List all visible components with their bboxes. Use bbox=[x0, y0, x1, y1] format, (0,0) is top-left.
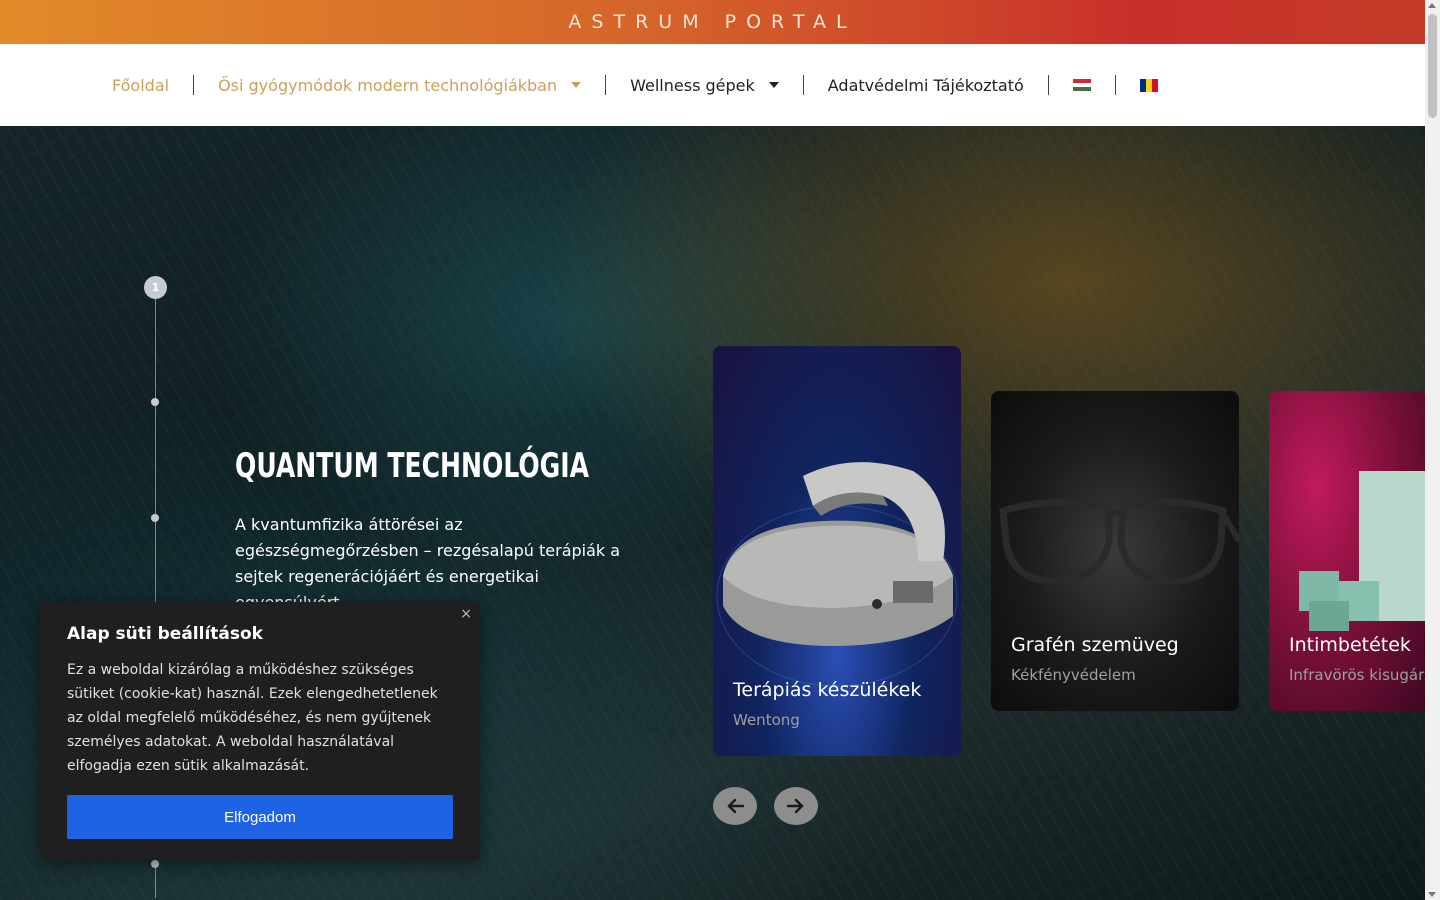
timeline-dot[interactable] bbox=[151, 860, 159, 868]
product-card-graphene-glasses[interactable]: Grafén szemüveg Kékfényvédelem bbox=[991, 391, 1239, 711]
scroll-down-icon[interactable] bbox=[1428, 892, 1436, 897]
cookie-dialog-text: Ez a weboldal kizárólag a működéshez szü… bbox=[67, 662, 438, 774]
card-title: Intimbetétek bbox=[1289, 634, 1411, 656]
hungarian-flag-icon[interactable] bbox=[1072, 78, 1091, 92]
site-brand[interactable]: ASTRUM PORTAL bbox=[568, 11, 856, 33]
nav-item-wellness-machines[interactable]: Wellness gépek bbox=[630, 76, 779, 95]
card-subtitle: Wentong bbox=[733, 711, 800, 729]
page-scrollbar[interactable] bbox=[1425, 0, 1440, 900]
timeline-dot[interactable] bbox=[151, 514, 159, 522]
cookie-consent-dialog: × Alap süti beállítások Ez a weboldal ki… bbox=[40, 602, 480, 860]
product-card-intimate-pads[interactable]: Intimbetétek Infravörös kisugárzás bbox=[1269, 391, 1425, 711]
arrow-right-icon bbox=[787, 798, 804, 814]
nav-item-ancient-remedies[interactable]: Ősi gyógymódok modern technológiákban bbox=[218, 75, 582, 95]
nav-item-label: Wellness gépek bbox=[630, 75, 755, 95]
chevron-down-icon bbox=[768, 82, 779, 88]
chevron-down-icon bbox=[571, 82, 582, 88]
hero-title: QUANTUM TECHNOLÓGIA bbox=[235, 446, 589, 486]
nav-separator bbox=[605, 75, 607, 95]
carousel-prev-button[interactable] bbox=[713, 787, 757, 825]
carousel-next-button[interactable] bbox=[774, 787, 818, 825]
top-banner: ASTRUM PORTAL bbox=[0, 0, 1425, 44]
close-icon[interactable]: × bbox=[460, 606, 472, 622]
nav-separator bbox=[1047, 75, 1049, 95]
nav-separator bbox=[802, 75, 804, 95]
scrollbar-thumb[interactable] bbox=[1428, 14, 1437, 118]
nav-item-privacy-policy[interactable]: Adatvédelmi Tájékoztató bbox=[828, 76, 1024, 95]
arrow-left-icon bbox=[727, 798, 744, 814]
card-subtitle: Kékfényvédelem bbox=[1011, 666, 1136, 684]
scroll-up-icon[interactable] bbox=[1428, 3, 1436, 8]
card-title: Grafén szemüveg bbox=[1011, 634, 1179, 656]
cookie-dialog-title: Alap süti beállítások bbox=[67, 624, 263, 644]
intimate-pads-image bbox=[1299, 471, 1425, 631]
product-card-therapy-devices[interactable]: Terápiás készülékek Wentong bbox=[713, 346, 961, 756]
accept-cookies-button[interactable]: Elfogadom bbox=[67, 795, 453, 839]
timeline-dot[interactable] bbox=[151, 398, 159, 406]
card-subtitle: Infravörös kisugárzás bbox=[1289, 666, 1425, 684]
nav-separator bbox=[1114, 75, 1116, 95]
step-number-badge[interactable]: 1 bbox=[144, 276, 167, 299]
card-title: Terápiás készülékek bbox=[733, 679, 922, 701]
graphene-glasses-image bbox=[999, 498, 1239, 585]
main-navigation: Főoldal Ősi gyógymódok modern technológi… bbox=[0, 44, 1425, 126]
romanian-flag-icon[interactable] bbox=[1139, 78, 1158, 92]
nav-item-label: Ősi gyógymódok modern technológiákban bbox=[218, 75, 558, 95]
hero-description: A kvantumfizika áttörései az egészségmeg… bbox=[235, 515, 621, 604]
nav-separator bbox=[193, 75, 195, 95]
nav-item-home[interactable]: Főoldal bbox=[112, 76, 169, 95]
